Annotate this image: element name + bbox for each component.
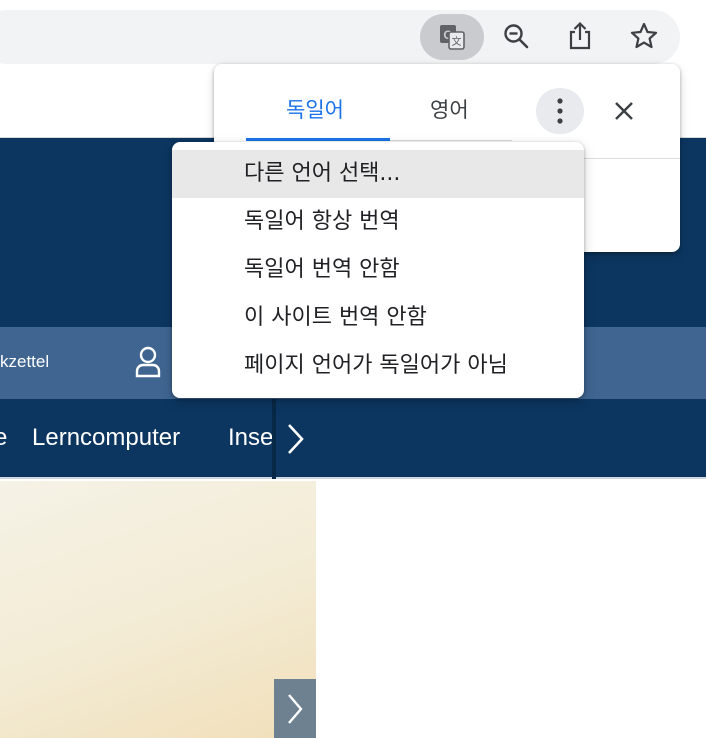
share-button[interactable] xyxy=(558,14,602,58)
screen: G 文 kzettel e Lerncomputer Inse 독일어 영어 다… xyxy=(0,0,706,738)
tab-german[interactable]: 독일어 xyxy=(286,94,344,124)
nav-divider xyxy=(272,399,276,479)
tab-english[interactable]: 영어 xyxy=(430,94,469,124)
nav-item-inse[interactable]: Inse xyxy=(228,424,273,452)
active-tab-indicator xyxy=(246,138,390,141)
chevron-right-icon xyxy=(288,693,303,724)
wishlist-link[interactable]: kzettel xyxy=(0,352,49,372)
svg-text:文: 文 xyxy=(452,35,462,48)
browser-toolbar: G 文 xyxy=(0,0,706,64)
bookmark-button[interactable] xyxy=(622,14,666,58)
menu-item-always-translate-german[interactable]: 독일어 항상 번역 xyxy=(172,198,584,246)
chevron-right-icon[interactable] xyxy=(284,422,308,456)
menu-item-choose-another-language[interactable]: 다른 언어 선택... xyxy=(172,150,584,198)
menu-item-never-translate-german[interactable]: 독일어 번역 안함 xyxy=(172,246,584,294)
nav-item-lerncomputer[interactable]: Lerncomputer xyxy=(32,424,180,452)
hero-image xyxy=(0,481,316,738)
user-icon[interactable] xyxy=(134,346,162,378)
tab-underline xyxy=(390,140,512,141)
translate-button[interactable]: G 文 xyxy=(420,14,484,60)
star-icon xyxy=(630,22,658,49)
more-vert-icon xyxy=(557,98,563,124)
zoom-out-button[interactable] xyxy=(494,14,538,58)
close-button[interactable] xyxy=(604,88,644,134)
menu-item-page-not-german[interactable]: 페이지 언어가 독일어가 아님 xyxy=(172,342,584,390)
zoom-out-icon xyxy=(504,24,529,49)
carousel-next-button[interactable] xyxy=(274,679,316,738)
translate-options-menu: 다른 언어 선택... 독일어 항상 번역 독일어 번역 안함 이 사이트 번역… xyxy=(172,142,584,398)
nav-item-partial[interactable]: e xyxy=(0,424,7,452)
share-icon xyxy=(569,21,591,50)
close-icon xyxy=(615,102,633,120)
menu-item-never-translate-site[interactable]: 이 사이트 번역 안함 xyxy=(172,294,584,342)
translate-icon: G 文 xyxy=(440,25,465,50)
nav-clip: Inse xyxy=(228,399,274,479)
more-options-button[interactable] xyxy=(536,88,584,134)
